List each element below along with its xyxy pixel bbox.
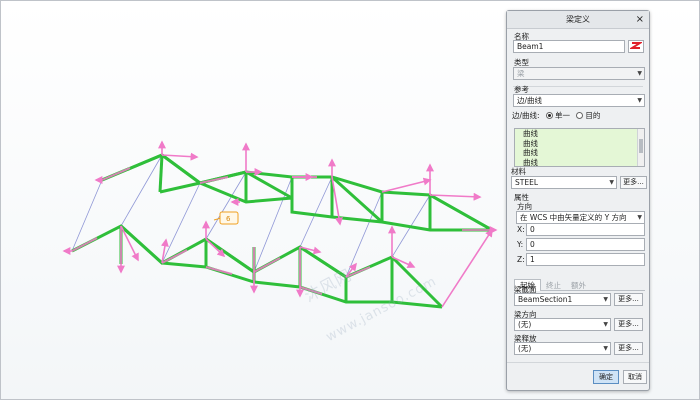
orientation-select[interactable]: (无) ▼ xyxy=(514,318,611,331)
material-value: STEEL xyxy=(515,178,538,187)
rear-truss xyxy=(101,153,493,232)
list-item[interactable]: 曲线 xyxy=(515,139,644,149)
close-icon[interactable]: × xyxy=(636,11,644,29)
orientation-more-button[interactable]: 更多... xyxy=(614,318,643,331)
edge-curve-label: 边/曲线: xyxy=(512,111,540,120)
ok-button[interactable]: 确定 xyxy=(593,370,619,384)
type-value: 梁 xyxy=(517,69,525,78)
list-item[interactable]: 曲线 xyxy=(515,158,644,167)
name-pick-button[interactable] xyxy=(628,40,644,53)
release-select[interactable]: (无) ▼ xyxy=(514,342,611,355)
radio-target-label: 目的 xyxy=(585,111,601,120)
x-label: X: xyxy=(517,225,525,234)
release-value: (无) xyxy=(518,344,532,353)
radio-single[interactable] xyxy=(545,112,553,119)
z-label: Z: xyxy=(517,255,525,264)
chevron-down-icon: ▼ xyxy=(603,296,608,303)
material-more-button[interactable]: 更多... xyxy=(620,176,647,189)
list-scrollbar[interactable] xyxy=(637,129,644,166)
chevron-down-icon: ▼ xyxy=(637,70,642,77)
beam-definition-dialog: 梁定义 × 名称 Beam1 类型 梁 ▼ 参考 边/曲线 ▼ 边/曲线: 单一… xyxy=(506,10,650,391)
color-swatch-icon xyxy=(628,42,644,49)
curve-list[interactable]: 曲线 曲线 曲线 曲线 xyxy=(514,128,645,167)
scroll-thumb[interactable] xyxy=(639,139,643,153)
chevron-down-icon: ▼ xyxy=(603,321,608,328)
reference-value: 边/曲线 xyxy=(517,96,543,105)
type-select: 梁 ▼ xyxy=(513,67,645,80)
section-select[interactable]: BeamSection1 ▼ xyxy=(514,293,611,306)
radio-target[interactable] xyxy=(576,112,584,119)
radio-single-label: 单一 xyxy=(554,111,570,120)
dialog-title-bar: 梁定义 × xyxy=(507,11,649,29)
cancel-button[interactable]: 取消 xyxy=(623,370,647,384)
chevron-down-icon: ▼ xyxy=(603,345,608,352)
divider xyxy=(507,362,649,363)
tab-extra[interactable]: 额外 xyxy=(566,280,591,292)
truss-model: 6 xyxy=(62,140,498,309)
divider xyxy=(513,86,643,87)
tab-end[interactable]: 终止 xyxy=(541,280,566,292)
reference-select[interactable]: 边/曲线 ▼ xyxy=(513,94,645,107)
y-label: Y: xyxy=(517,240,524,249)
chevron-down-icon: ▼ xyxy=(637,97,642,104)
z-input[interactable]: 1 xyxy=(526,253,645,266)
node-marker-label: 6 xyxy=(226,215,231,223)
graphics-viewport[interactable]: 6 沐风网 www.jansoo.com xyxy=(2,2,505,400)
y-input[interactable]: 0 xyxy=(526,238,645,251)
direction-value: 在 WCS 中由矢量定义的 Y 方向 xyxy=(520,213,627,222)
release-more-button[interactable]: 更多... xyxy=(614,342,643,355)
edge-curve-row: 边/曲线: 单一 目的 xyxy=(512,110,600,121)
chevron-down-icon: ▼ xyxy=(609,179,614,186)
section-value: BeamSection1 xyxy=(518,295,573,304)
material-select[interactable]: STEEL ▼ xyxy=(511,176,617,189)
list-item[interactable]: 曲线 xyxy=(515,148,644,158)
screenshot-frame: 6 沐风网 www.jansoo.com 梁定义 × 名称 Beam1 类型 梁… xyxy=(0,0,700,400)
list-item[interactable]: 曲线 xyxy=(515,129,644,139)
node-marker[interactable]: 6 xyxy=(213,211,239,225)
orientation-value: (无) xyxy=(518,320,532,329)
dialog-title: 梁定义 xyxy=(566,15,590,24)
chevron-down-icon: ▼ xyxy=(637,214,642,221)
section-more-button[interactable]: 更多... xyxy=(614,293,643,306)
name-input[interactable]: Beam1 xyxy=(513,40,625,53)
x-input[interactable]: 0 xyxy=(526,223,645,236)
